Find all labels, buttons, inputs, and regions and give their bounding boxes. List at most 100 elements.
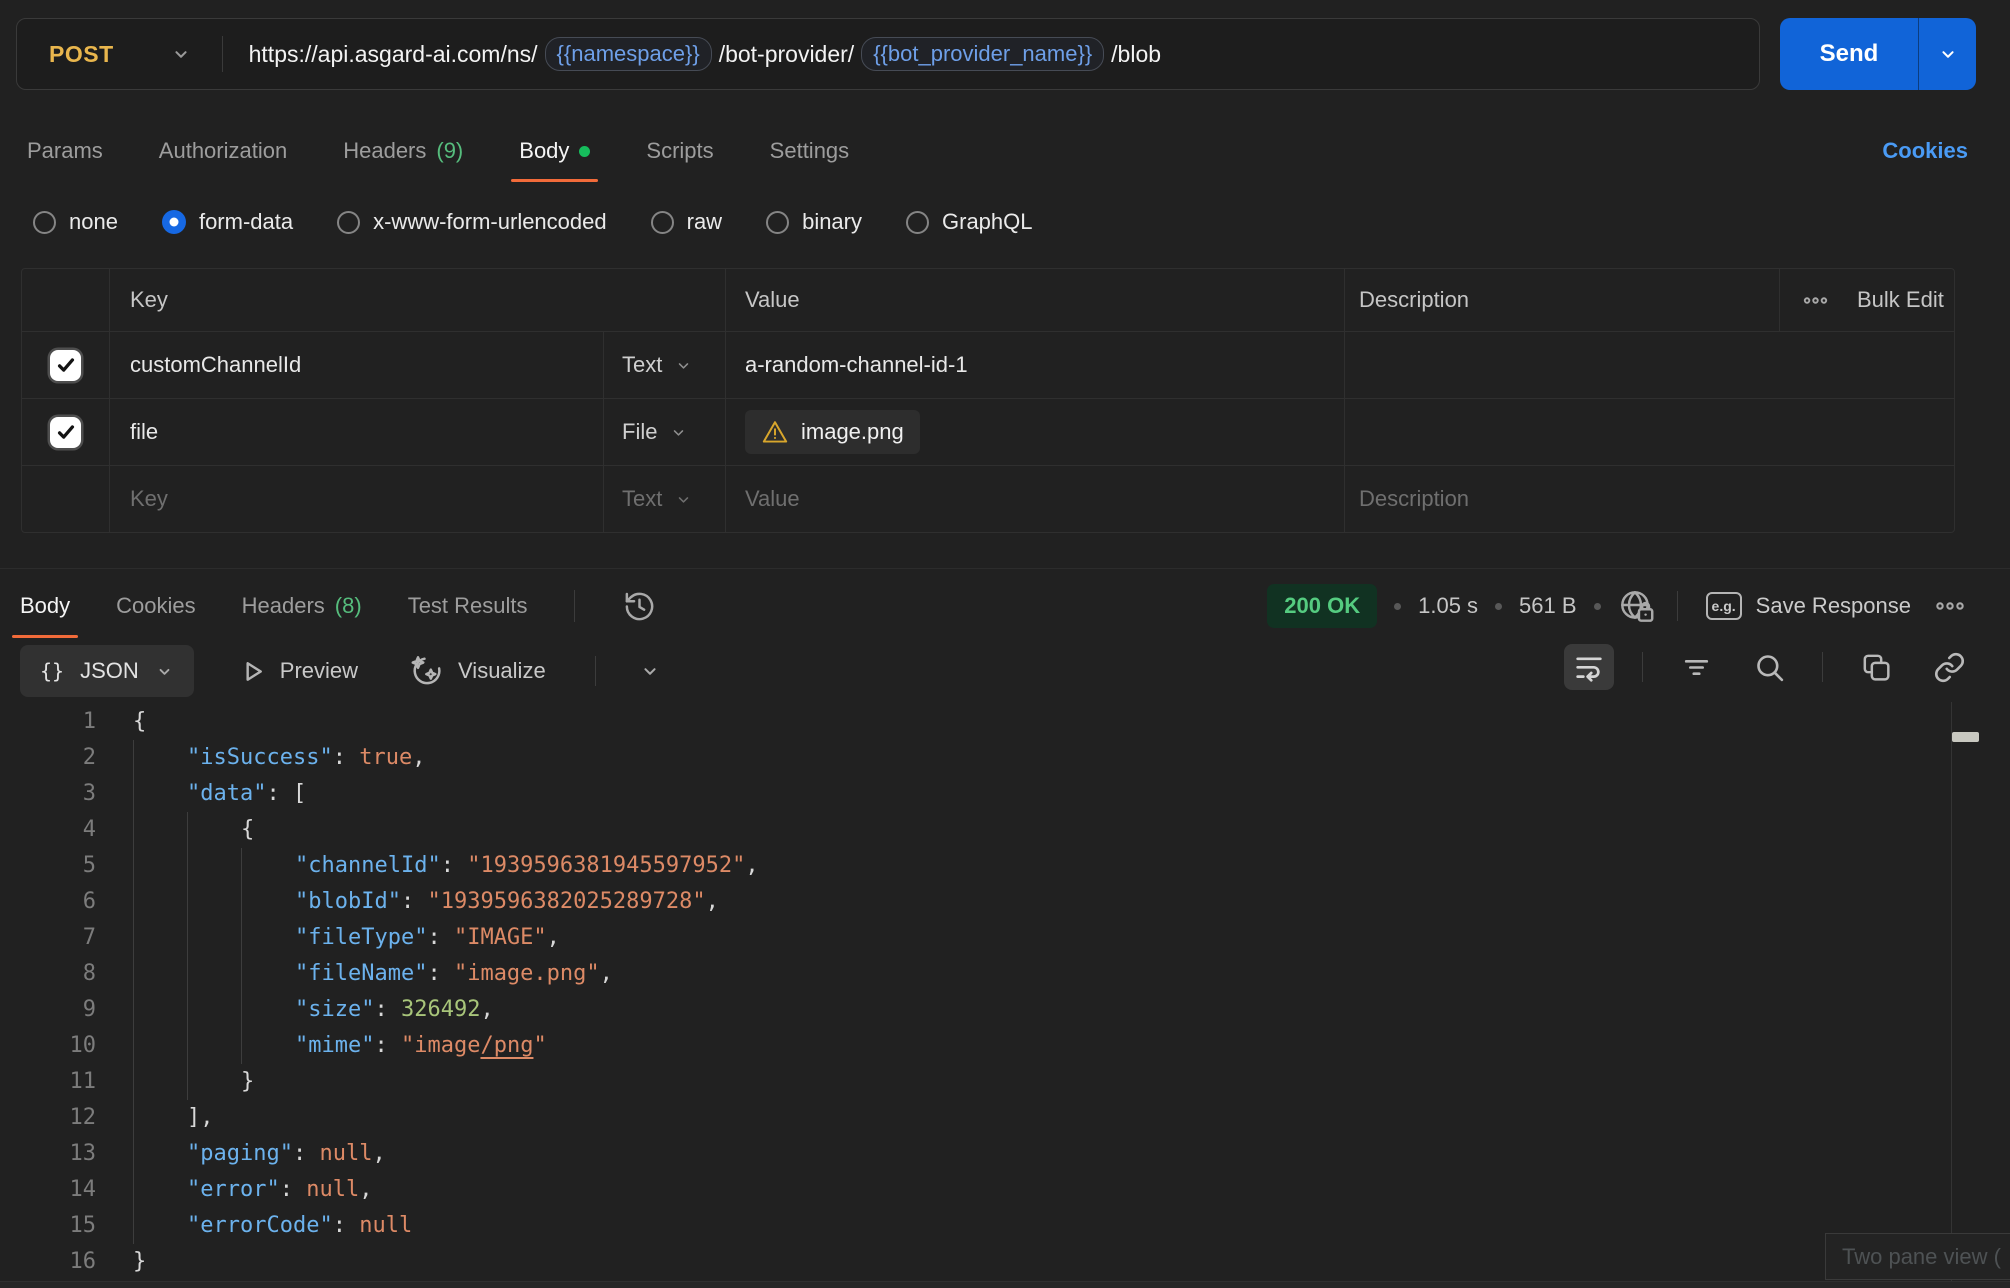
tab-body[interactable]: Body [20,574,70,638]
tab-headers[interactable]: Headers(9) [343,120,463,182]
code-line: 4{ [0,812,1948,848]
key-text: file [130,419,158,445]
dot-separator [1495,603,1502,610]
radio-raw[interactable]: raw [651,209,722,235]
url-variable: {{bot_provider_name}} [861,37,1104,71]
value-field[interactable]: image.png [726,399,1345,465]
preview-button[interactable]: Preview [232,656,364,687]
visualize-button[interactable]: Visualize [402,652,552,691]
request-tabs: Params Authorization Headers(9) Body Scripts… [27,120,849,182]
tab-settings[interactable]: Settings [770,120,850,182]
code-tokens: "data": [ [187,776,306,812]
visualize-label: Visualize [458,658,546,684]
line-number: 12 [0,1100,96,1136]
scrollbar-thumb[interactable] [1952,732,1979,742]
checkbox[interactable] [50,417,81,448]
tab-body[interactable]: Body [519,120,590,182]
bulk-edit-button[interactable]: Bulk Edit [1780,269,1954,331]
chevron-down-icon[interactable] [639,660,661,682]
value-field[interactable]: Value [726,466,1345,532]
radio-label: x-www-form-urlencoded [373,209,607,235]
code-content: } [133,1244,146,1280]
history-icon[interactable] [621,588,658,625]
url-segment: /blob [1111,41,1161,68]
body-type-radios: none form-data x-www-form-urlencoded raw bin… [33,194,1033,250]
radio-label: GraphQL [942,209,1033,235]
tab-label: Body [20,593,70,619]
play-icon [238,657,267,686]
radio-none[interactable]: none [33,209,118,235]
method-select[interactable]: POST [17,19,222,89]
braces-icon: {} [40,659,64,683]
filter-button[interactable] [1671,644,1721,690]
save-response-button[interactable]: e.g. Save Response [1700,591,1917,621]
tab-label: Body [519,138,569,164]
divider [1642,652,1643,682]
indent-guide [241,920,295,956]
code-content: "isSuccess": true, [133,740,425,776]
tab-headers[interactable]: Headers(8) [242,574,362,638]
type-dropdown[interactable]: File [603,399,726,465]
radio-label: form-data [199,209,293,235]
tab-label: Headers [242,593,325,619]
code-tokens: "fileType": "IMAGE", [295,920,560,956]
url-variable: {{namespace}} [545,37,712,71]
description-field[interactable] [1345,399,1954,465]
search-button[interactable] [1744,644,1794,690]
type-dropdown[interactable]: Text [603,466,726,532]
key-field[interactable]: customChannelId [110,332,603,398]
header-key: Key [110,269,726,331]
tab-test-results[interactable]: Test Results [408,574,528,638]
tab-authorization[interactable]: Authorization [159,120,287,182]
indent-guide [187,812,241,848]
code-tokens: "isSuccess": true, [187,740,425,776]
status-badge: 200 OK [1267,584,1377,628]
code-content: "fileType": "IMAGE", [133,920,560,956]
indent-guide [133,1064,187,1100]
type-dropdown[interactable]: Text [603,332,726,398]
code-content: "paging": null, [133,1136,386,1172]
key-field[interactable]: file [110,399,603,465]
key-field[interactable]: Key [110,466,603,532]
radio-form-data[interactable]: form-data [162,209,293,235]
radio-icon [766,211,789,234]
tab-label: Authorization [159,138,287,164]
radio-icon [33,211,56,234]
more-options-icon[interactable] [1934,590,1966,622]
file-chip[interactable]: image.png [745,410,920,454]
code-tokens: "channelId": "1939596381945597952", [295,848,759,884]
radio-icon [162,210,186,234]
line-number: 5 [0,848,96,884]
radio-label: raw [687,209,722,235]
cookies-link[interactable]: Cookies [1882,120,1968,182]
network-lock-icon[interactable] [1618,588,1655,625]
send-options-button[interactable] [1919,18,1976,90]
description-field[interactable] [1345,332,1954,398]
wrap-text-button[interactable] [1564,644,1614,690]
viewer-tools [1564,640,1974,694]
description-field[interactable]: Description [1345,466,1954,532]
checkbox[interactable] [50,350,81,381]
radio-x-www-form-urlencoded[interactable]: x-www-form-urlencoded [337,209,607,235]
radio-binary[interactable]: binary [766,209,862,235]
radio-GraphQL[interactable]: GraphQL [906,209,1033,235]
link-button[interactable] [1924,644,1974,690]
code-content: "size": 326492, [133,992,494,1028]
pane-view-tooltip: Two pane view ( [1825,1233,2010,1280]
tab-cookies[interactable]: Cookies [116,574,195,638]
radio-icon [906,211,929,234]
code-line: 14"error": null, [0,1172,1948,1208]
indent-guide [133,884,187,920]
code-content: { [133,812,254,848]
tab-params[interactable]: Params [27,120,103,182]
tab-label: Headers [343,138,426,164]
copy-button[interactable] [1851,644,1901,690]
format-dropdown[interactable]: {} JSON [20,645,194,697]
code-line: 3"data": [ [0,776,1948,812]
send-button[interactable]: Send [1780,18,1919,90]
code-tokens: } [241,1064,254,1100]
value-field[interactable]: a-random-channel-id-1 [726,332,1345,398]
url-input[interactable]: https://api.asgard-ai.com/ns/ {{namespace… [249,37,1759,71]
tab-scripts[interactable]: Scripts [646,120,713,182]
url-segment: https://api.asgard-ai.com/ns/ [249,41,538,68]
